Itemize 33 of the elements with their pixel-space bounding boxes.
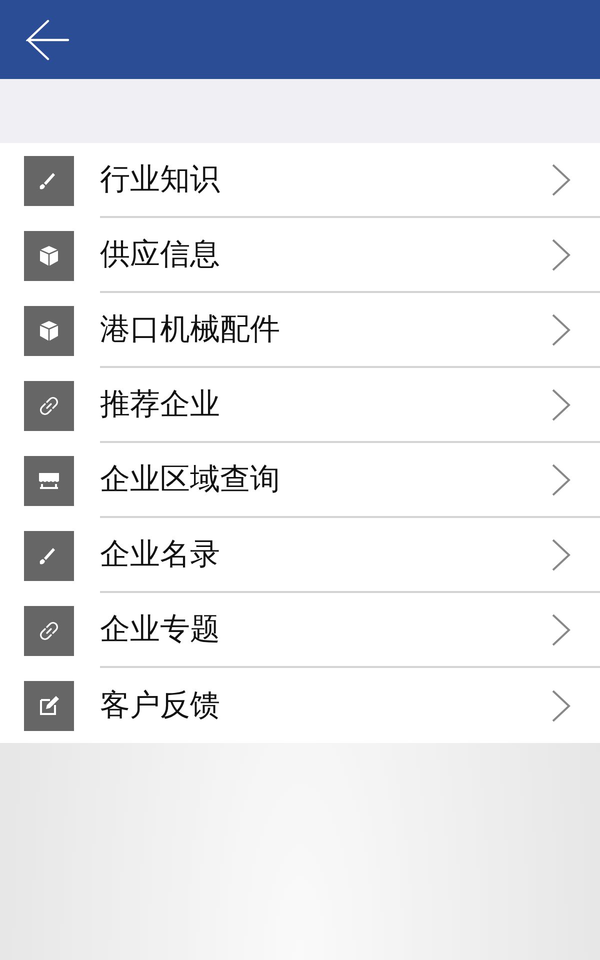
chevron-icon: [550, 688, 572, 722]
menu-item[interactable]: 客户反馈: [100, 668, 600, 743]
menu-label: 港口机械配件: [100, 312, 280, 348]
menu-item[interactable]: 推荐企业: [100, 368, 600, 443]
chevron-icon: [550, 462, 572, 496]
link-icon: [24, 606, 74, 656]
chevron-icon: [550, 162, 572, 196]
menu-item[interactable]: 企业专题: [100, 593, 600, 668]
menu-label: 客户反馈: [100, 688, 220, 724]
chevron-icon: [550, 238, 572, 272]
menu-item[interactable]: 企业区域查询: [100, 443, 600, 518]
chevron-icon: [550, 312, 572, 346]
menu-label: 企业区域查询: [100, 462, 280, 498]
chevron-icon: [550, 538, 572, 572]
back-icon: [26, 18, 70, 62]
menu-item[interactable]: 企业名录: [100, 518, 600, 593]
link-icon: [24, 380, 74, 430]
box-icon: [24, 230, 74, 280]
menu-item[interactable]: 港口机械配件: [100, 293, 600, 368]
chevron-icon: [550, 388, 572, 422]
edit-icon: [24, 680, 74, 730]
menu-label: 推荐企业: [100, 386, 220, 422]
menu-label: 供应信息: [100, 236, 220, 272]
chevron-icon: [550, 612, 572, 646]
menu-item[interactable]: 行业知识: [100, 143, 600, 218]
brush-icon: [24, 530, 74, 580]
menu-item[interactable]: 供应信息: [100, 218, 600, 293]
menu-label: 企业名录: [100, 536, 220, 572]
box-icon: [24, 306, 74, 356]
menu-label: 企业专题: [100, 612, 220, 648]
brush-icon: [24, 156, 74, 206]
store-icon: [24, 456, 74, 506]
menu-label: 行业知识: [100, 162, 220, 198]
